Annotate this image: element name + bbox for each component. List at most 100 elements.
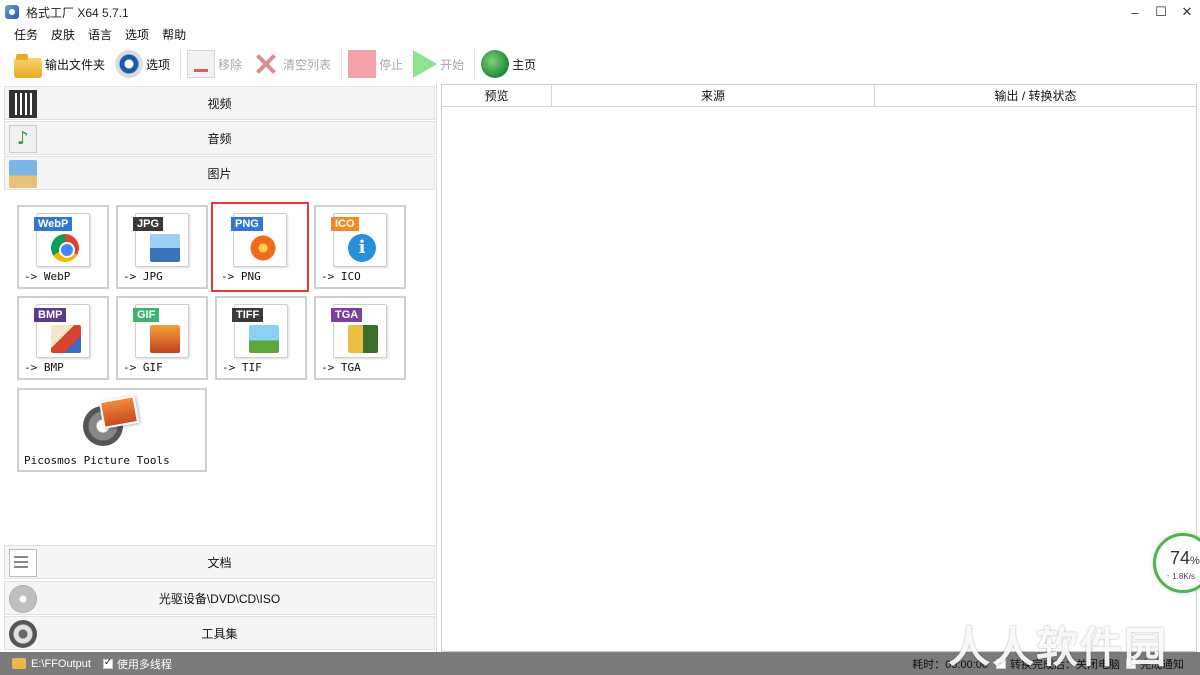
format-label: -> WebP bbox=[24, 270, 71, 283]
film-reel-icon bbox=[9, 620, 37, 648]
category-audio[interactable]: 音频 bbox=[4, 121, 435, 155]
menu-options[interactable]: 选项 bbox=[125, 26, 149, 43]
remove-label: 移除 bbox=[218, 57, 243, 72]
picosmos-label: Picosmos Picture Tools bbox=[24, 454, 170, 467]
picture-icon bbox=[9, 160, 37, 188]
format-gif-tile[interactable]: GIF -> GIF bbox=[116, 296, 208, 380]
column-preview[interactable]: 预览 bbox=[442, 85, 552, 107]
folder-icon bbox=[12, 658, 26, 669]
format-webp-tile[interactable]: WebP -> WebP bbox=[17, 205, 109, 289]
multithread-label: 使用多线程 bbox=[116, 658, 172, 671]
stop-button[interactable]: 停止 bbox=[348, 46, 403, 82]
jpg-file-icon: JPG bbox=[133, 213, 189, 267]
photo-icon bbox=[348, 325, 378, 353]
category-document[interactable]: 文档 bbox=[4, 545, 435, 579]
category-tools-label: 工具集 bbox=[201, 626, 238, 641]
format-bmp-tile[interactable]: BMP -> BMP bbox=[17, 296, 109, 380]
close-button[interactable]: ✕ bbox=[1174, 0, 1200, 24]
sunset-icon bbox=[150, 325, 180, 353]
percent-sign: % bbox=[1190, 555, 1200, 567]
play-icon bbox=[413, 50, 438, 78]
start-label: 开始 bbox=[440, 57, 465, 72]
options-button[interactable]: 选项 bbox=[115, 46, 170, 82]
paint-icon bbox=[51, 325, 81, 353]
home-label: 主页 bbox=[512, 57, 537, 72]
output-folder-label: 输出文件夹 bbox=[45, 57, 106, 72]
upload-speed-value: 1.8K/s bbox=[1172, 572, 1195, 581]
clear-list-label: 清空列表 bbox=[283, 57, 332, 72]
category-document-label: 文档 bbox=[207, 555, 232, 570]
memory-percent: 74% bbox=[1170, 548, 1200, 569]
category-picture[interactable]: 图片 bbox=[4, 156, 435, 190]
stop-label: 停止 bbox=[379, 57, 404, 72]
multithread-checkbox[interactable] bbox=[102, 657, 113, 669]
format-badge: PNG bbox=[231, 217, 263, 231]
format-label: -> TIF bbox=[222, 361, 262, 374]
category-disc[interactable]: 光驱设备\DVD\CD\ISO bbox=[4, 581, 435, 615]
column-source[interactable]: 来源 bbox=[552, 85, 875, 107]
format-badge: TIFF bbox=[232, 308, 264, 322]
format-badge: TGA bbox=[331, 308, 363, 322]
column-output-status[interactable]: 输出 / 转换状态 bbox=[875, 85, 1196, 107]
start-button[interactable]: 开始 bbox=[413, 46, 464, 82]
menu-help[interactable]: 帮助 bbox=[162, 26, 186, 43]
tif-file-icon: TIFF bbox=[232, 304, 288, 358]
category-tools[interactable]: 工具集 bbox=[4, 616, 435, 650]
maximize-button[interactable]: ☐ bbox=[1148, 0, 1174, 24]
film-icon bbox=[9, 90, 37, 118]
format-label: -> JPG bbox=[123, 270, 163, 283]
chrome-icon bbox=[51, 234, 79, 262]
format-label: -> BMP bbox=[24, 361, 64, 374]
menu-task[interactable]: 任务 bbox=[14, 26, 38, 43]
category-disc-label: 光驱设备\DVD\CD\ISO bbox=[158, 591, 281, 606]
stop-icon bbox=[348, 50, 377, 78]
picosmos-icon bbox=[83, 395, 140, 446]
window-title: 格式工厂 X64 5.7.1 bbox=[26, 5, 129, 20]
format-ico-tile[interactable]: ICO i -> ICO bbox=[314, 205, 406, 289]
minimize-button[interactable]: – bbox=[1122, 0, 1148, 24]
format-tif-tile[interactable]: TIFF -> TIF bbox=[215, 296, 307, 380]
category-audio-label: 音频 bbox=[207, 131, 232, 146]
toolbar-divider bbox=[341, 49, 343, 79]
output-folder-button[interactable]: 输出文件夹 bbox=[14, 46, 105, 82]
ico-file-icon: ICO i bbox=[331, 213, 387, 267]
clear-icon bbox=[252, 50, 280, 78]
format-label: -> GIF bbox=[123, 361, 163, 374]
format-tga-tile[interactable]: TGA -> TGA bbox=[314, 296, 406, 380]
home-button[interactable]: 主页 bbox=[481, 46, 536, 82]
remove-button[interactable]: 移除 bbox=[187, 46, 242, 82]
photo-stack-icon bbox=[98, 395, 140, 429]
output-path[interactable]: E:\FFOutput bbox=[31, 658, 91, 670]
document-icon bbox=[9, 549, 37, 577]
format-png-tile[interactable]: PNG -> PNG bbox=[211, 202, 309, 292]
format-jpg-tile[interactable]: JPG -> JPG bbox=[116, 205, 208, 289]
category-panel: 视频 音频 图片 WebP -> WebP JPG -> JPG PNG -> … bbox=[0, 84, 437, 652]
music-note-icon bbox=[9, 125, 37, 153]
category-video[interactable]: 视频 bbox=[4, 86, 435, 120]
format-badge: JPG bbox=[133, 217, 164, 231]
app-logo-icon bbox=[5, 5, 19, 19]
format-badge: BMP bbox=[34, 308, 67, 322]
category-picture-label: 图片 bbox=[207, 166, 232, 181]
window-controls: – ☐ ✕ bbox=[1122, 0, 1200, 24]
format-label: -> PNG bbox=[221, 270, 261, 283]
upload-arrow-icon: ↑ bbox=[1166, 572, 1170, 581]
watermark: 人人软件园 bbox=[948, 623, 1169, 672]
task-list[interactable]: 预览 来源 输出 / 转换状态 bbox=[441, 84, 1197, 652]
options-label: 选项 bbox=[146, 57, 171, 72]
menu-skin[interactable]: 皮肤 bbox=[51, 26, 75, 43]
picosmos-tools-tile[interactable]: Picosmos Picture Tools bbox=[17, 388, 207, 472]
bmp-file-icon: BMP bbox=[34, 304, 90, 358]
disc-icon bbox=[9, 585, 37, 613]
title-bar: 格式工厂 X64 5.7.1 – ☐ ✕ bbox=[0, 0, 1200, 24]
menu-bar: 任务 皮肤 语言 选项 帮助 bbox=[0, 24, 199, 44]
menu-language[interactable]: 语言 bbox=[88, 26, 112, 43]
clear-list-button[interactable]: 清空列表 bbox=[252, 46, 331, 82]
tga-file-icon: TGA bbox=[331, 304, 387, 358]
toolbar: 输出文件夹 选项 移除 清空列表 停止 开始 主页 bbox=[0, 44, 1200, 84]
format-label: -> TGA bbox=[321, 361, 361, 374]
format-label: -> ICO bbox=[321, 270, 361, 283]
format-badge: WebP bbox=[34, 217, 73, 231]
flower-icon bbox=[248, 234, 278, 262]
png-file-icon: PNG bbox=[231, 213, 287, 267]
